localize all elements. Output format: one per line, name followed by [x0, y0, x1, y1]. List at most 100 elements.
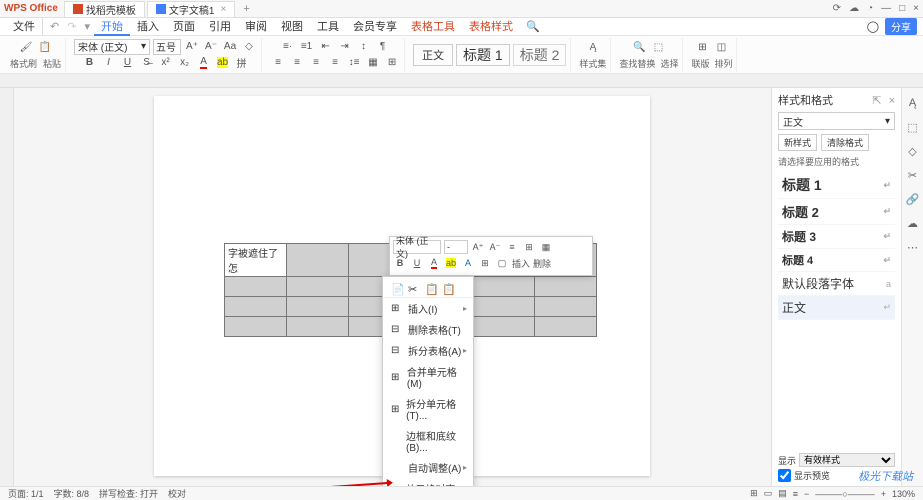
- bullet-list-icon[interactable]: ≡·: [280, 39, 296, 55]
- rail-shape-icon[interactable]: ◇: [906, 144, 920, 158]
- current-style-select[interactable]: 正文▾: [778, 112, 895, 130]
- ctx-split-cells[interactable]: ⊞拆分单元格(T)...: [383, 393, 473, 425]
- ctx-insert[interactable]: ⊞插入(I)▸: [383, 298, 473, 319]
- zoom-value[interactable]: 130%: [892, 489, 915, 499]
- superscript-icon[interactable]: x²: [158, 55, 174, 71]
- menu-dropdown[interactable]: ▾: [80, 20, 94, 33]
- ctx-delete-table[interactable]: ⊟删除表格(T): [383, 319, 473, 340]
- menu-member[interactable]: 会员专享: [346, 18, 404, 36]
- table-cell[interactable]: [225, 297, 287, 317]
- border-icon[interactable]: ⊞: [384, 55, 400, 71]
- ctx-merge-cells[interactable]: ⊞合并单元格(M): [383, 361, 473, 393]
- number-list-icon[interactable]: ≡1: [299, 39, 315, 55]
- bell-icon[interactable]: ◔: [867, 3, 873, 14]
- change-case-icon[interactable]: Aa: [222, 39, 238, 55]
- close-icon[interactable]: ×: [220, 4, 226, 15]
- rail-style-icon[interactable]: Ą: [906, 96, 920, 110]
- menu-start[interactable]: 开始: [94, 18, 130, 36]
- table-cell[interactable]: [473, 297, 535, 317]
- mini-grow-icon[interactable]: A⁺: [471, 240, 485, 254]
- status-page[interactable]: 页面: 1/1: [8, 487, 44, 500]
- ctx-border-shading[interactable]: 边框和底纹(B)...: [383, 425, 473, 457]
- panel-close-icon[interactable]: ×: [889, 95, 895, 107]
- vertical-ruler[interactable]: [0, 88, 14, 486]
- subscript-icon[interactable]: x₂: [177, 55, 193, 71]
- styles-menu-icon[interactable]: Ą: [585, 40, 601, 56]
- menu-table-tools[interactable]: 表格工具: [404, 18, 462, 36]
- menu-history-fwd[interactable]: ↷: [63, 20, 80, 33]
- cloud-icon[interactable]: ☁: [849, 3, 859, 14]
- align-right-icon[interactable]: ≡: [308, 55, 324, 71]
- highlight-icon[interactable]: ab: [215, 55, 231, 71]
- clear-format-button[interactable]: 清除格式: [821, 134, 869, 151]
- align-center-icon[interactable]: ≡: [289, 55, 305, 71]
- sort-icon[interactable]: ↕: [356, 39, 372, 55]
- mini-delete-label[interactable]: 删除: [533, 256, 551, 270]
- show-marks-icon[interactable]: ¶: [375, 39, 391, 55]
- mini-table-icon[interactable]: ⊞: [522, 240, 536, 254]
- ctx-split-table[interactable]: ⊟拆分表格(A)▸: [383, 340, 473, 361]
- ctx-cut-icon[interactable]: ✂: [408, 283, 419, 294]
- mini-shade-icon[interactable]: ▢: [495, 256, 509, 270]
- mini-color-icon[interactable]: A: [427, 256, 441, 270]
- ctx-cell-align[interactable]: ⊞单元格对齐方式(G)▸: [383, 478, 473, 486]
- style-item-h2[interactable]: 标题 2↵: [778, 199, 895, 225]
- maximize-icon[interactable]: □: [899, 3, 905, 14]
- ctx-paste-icon[interactable]: 📋: [425, 283, 436, 294]
- rail-cloud-icon[interactable]: ☁: [906, 216, 920, 230]
- menu-history-back[interactable]: ↶: [46, 20, 63, 33]
- style-item-h4[interactable]: 标题 4↵: [778, 249, 895, 272]
- search-icon[interactable]: 🔍: [526, 20, 540, 33]
- select-icon[interactable]: ⬚: [650, 40, 666, 56]
- layout-icon[interactable]: ⊞: [694, 40, 710, 56]
- arrange-icon[interactable]: ◫: [713, 40, 729, 56]
- shading-icon[interactable]: ▦: [365, 55, 381, 71]
- new-style-button[interactable]: 新样式: [778, 134, 817, 151]
- find-icon[interactable]: 🔍: [631, 40, 647, 56]
- table-cell[interactable]: 字被遮住了怎: [225, 244, 287, 277]
- zoom-in-icon[interactable]: +: [881, 489, 886, 499]
- table-cell[interactable]: [473, 277, 535, 297]
- view-web-icon[interactable]: ▤: [778, 488, 787, 499]
- mini-underline-icon[interactable]: U: [410, 256, 424, 270]
- table-cell[interactable]: [287, 244, 349, 277]
- format-brush-icon[interactable]: 🖌: [18, 40, 34, 56]
- view-outline-icon[interactable]: ≡: [793, 489, 798, 499]
- table-cell[interactable]: [535, 297, 597, 317]
- mini-fontcolor2-icon[interactable]: A: [461, 256, 475, 270]
- indent-left-icon[interactable]: ⇤: [318, 39, 334, 55]
- indent-right-icon[interactable]: ⇥: [337, 39, 353, 55]
- rail-select-icon[interactable]: ⬚: [906, 120, 920, 134]
- italic-icon[interactable]: I: [101, 55, 117, 71]
- table-cell[interactable]: [287, 277, 349, 297]
- style-heading2[interactable]: 标题 2: [513, 44, 567, 66]
- menu-page[interactable]: 页面: [166, 18, 202, 36]
- mini-insert-label[interactable]: 插入: [512, 256, 530, 270]
- mini-size-select[interactable]: -: [444, 240, 468, 254]
- table-cell[interactable]: [535, 277, 597, 297]
- menu-view[interactable]: 视图: [274, 18, 310, 36]
- strike-icon[interactable]: S̶: [139, 55, 155, 71]
- align-justify-icon[interactable]: ≡: [327, 55, 343, 71]
- phonetic-icon[interactable]: 拼: [234, 55, 250, 71]
- bold-icon[interactable]: B: [82, 55, 98, 71]
- style-item-h3[interactable]: 标题 3↵: [778, 225, 895, 249]
- minimize-icon[interactable]: —: [881, 3, 891, 14]
- style-item-default-font[interactable]: 默认段落字体a: [778, 272, 895, 296]
- close-window-icon[interactable]: ×: [913, 3, 919, 14]
- grow-font-icon[interactable]: A⁺: [184, 39, 200, 55]
- style-heading1[interactable]: 标题 1: [456, 44, 510, 66]
- sync-icon[interactable]: ⟳: [833, 3, 841, 14]
- mini-shrink-icon[interactable]: A⁻: [488, 240, 502, 254]
- menu-file[interactable]: 文件: [6, 18, 43, 36]
- underline-icon[interactable]: U: [120, 55, 136, 71]
- zoom-slider[interactable]: ———○———: [815, 489, 874, 499]
- shrink-font-icon[interactable]: A⁻: [203, 39, 219, 55]
- table-cell[interactable]: [225, 277, 287, 297]
- share-button[interactable]: 分享: [885, 18, 917, 35]
- ctx-copy-icon[interactable]: 📄: [391, 283, 402, 294]
- ctx-auto-adjust[interactable]: 自动调整(A)▸: [383, 457, 473, 478]
- table-cell[interactable]: [535, 317, 597, 337]
- rail-more-icon[interactable]: ⋯: [906, 240, 920, 254]
- rail-clip-icon[interactable]: ✂: [906, 168, 920, 182]
